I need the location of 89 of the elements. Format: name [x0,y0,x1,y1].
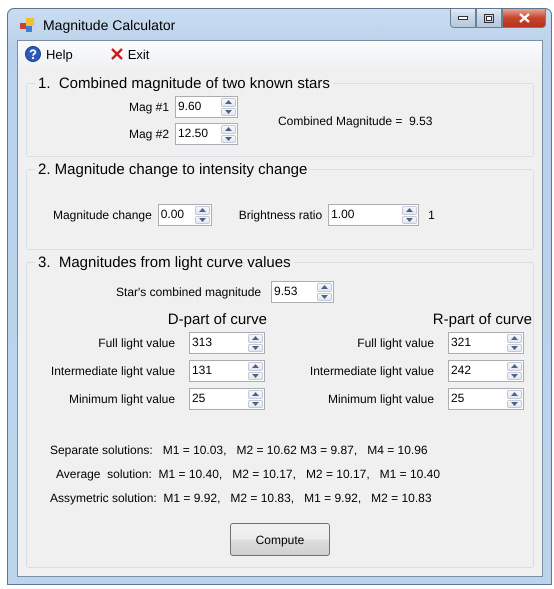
spin-down-button[interactable] [507,400,522,408]
spin-up-button[interactable] [194,206,210,214]
spin-down-button[interactable] [248,344,263,352]
spin-up-button[interactable] [248,390,263,398]
spin-down-button[interactable] [248,400,263,408]
solution-text: Separate solutions: M1 = 10.03, M2 = 10.62 M3 = 9.87, M4 = 10.96 [50,443,429,457]
menu-item[interactable]: Help [21,44,77,64]
numeric-spinner[interactable]: 12.50 [175,123,238,145]
up-arrow-icon [252,392,259,396]
numeric-spinner[interactable]: 9.60 [175,96,238,118]
solution-text: Assymetric solution: M1 = 9.92, M2 = 10.83, M1 = 9.92, M2 = 10.83 [50,491,433,505]
spin-down-button[interactable] [221,108,236,116]
up-arrow-icon [225,100,232,104]
spin-up-button[interactable] [507,362,522,370]
spin-down-button[interactable] [507,344,522,352]
spin-up-button[interactable] [248,362,263,370]
window-title: Magnitude Calculator [43,16,176,32]
up-arrow-icon [511,392,518,396]
down-arrow-icon [225,136,232,141]
down-arrow-icon [252,346,259,350]
curve-heading: R-part of curve [432,311,532,328]
close-icon [518,13,530,23]
field-label: Magnitude change [53,208,152,222]
field-label: Minimum light value [68,392,175,406]
down-arrow-icon [198,218,206,222]
numeric-spinner[interactable]: 131 [189,360,265,382]
up-arrow-icon [511,364,518,368]
spin-down-button[interactable] [402,216,418,224]
down-arrow-icon [252,402,259,406]
numeric-spinner[interactable]: 9.53 [271,281,334,303]
spin-up-button[interactable] [248,334,263,342]
down-arrow-icon [511,346,518,350]
spin-down-button[interactable] [194,216,210,224]
app-icon [19,16,35,32]
down-arrow-icon [511,402,518,406]
field-label: Star's combined magnitude [116,285,262,299]
maximize-icon [484,14,494,22]
field-label: Brightness ratio [238,208,322,222]
minimize-button[interactable] [450,9,476,28]
spin-down-button[interactable] [248,372,263,380]
up-arrow-icon [252,336,259,340]
close-icon [110,48,123,60]
numeric-spinner[interactable]: 1.00 [328,204,420,226]
group-title: 1. Combined magnitude of two known stars [37,75,331,92]
up-arrow-icon [321,285,328,290]
spin-down-button[interactable] [221,134,236,143]
spin-down-button[interactable] [317,292,332,301]
numeric-spinner[interactable]: 321 [448,332,524,354]
numeric-spinner[interactable]: 0.00 [158,204,212,226]
curve-heading: D-part of curve [168,311,267,328]
group-title: 2. Magnitude change to intensity change [37,161,308,178]
spin-up-button[interactable] [221,125,236,134]
field-label: Intermediate light value [50,364,175,378]
down-arrow-icon [225,110,232,114]
minimize-icon [458,16,468,20]
field-label: Full light value [98,336,175,350]
numeric-spinner[interactable]: 25 [189,388,265,410]
down-arrow-icon [511,374,518,378]
group-title: 3. Magnitudes from light curve values [37,254,292,271]
field-label: Minimum light value [328,392,434,406]
up-arrow-icon [198,208,206,212]
down-arrow-icon [406,218,414,222]
numeric-spinner[interactable]: 242 [448,360,524,382]
up-arrow-icon [225,127,232,132]
compute-button[interactable]: Compute [230,523,330,556]
solution-text: Average solution: M1 = 10.40, M2 = 10.17, M2 = 10.17, M1 = 10.40 [55,467,442,481]
field-label: Mag #2 [128,127,169,141]
result-text: Combined Magnitude = 9.53 [278,114,432,128]
down-arrow-icon [252,374,259,378]
numeric-spinner[interactable]: 25 [448,388,524,410]
spin-up-button[interactable] [507,390,522,398]
menu-item[interactable]: Exit [106,44,154,64]
numeric-spinner[interactable]: 313 [189,332,265,354]
close-button[interactable] [502,9,546,28]
maximize-button[interactable] [476,9,502,28]
up-arrow-icon [252,364,259,368]
down-arrow-icon [321,294,328,299]
field-label: Full light value [357,336,434,350]
help-icon [25,46,41,62]
ratio-output: 1 [428,208,435,222]
up-arrow-icon [406,208,414,212]
spin-up-button[interactable] [317,283,332,292]
spin-up-button[interactable] [221,98,236,106]
field-label: Mag #1 [128,100,169,114]
spin-up-button[interactable] [507,334,522,342]
spin-up-button[interactable] [402,206,418,214]
field-label: Intermediate light value [310,364,434,378]
spin-down-button[interactable] [507,372,522,380]
up-arrow-icon [511,336,518,340]
